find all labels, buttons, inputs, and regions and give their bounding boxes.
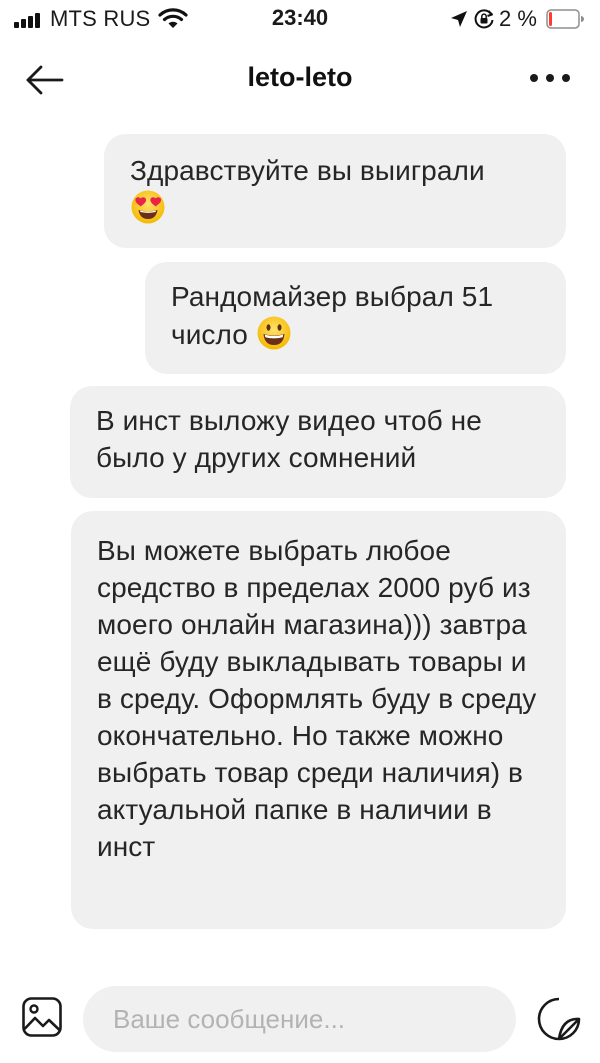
chat-screen: MTS RUS 23:40 2 % leto-leto Здравствуйте… [0,0,600,1063]
message-input[interactable] [83,986,516,1052]
chat-header: leto-leto [0,45,600,115]
sticker-icon[interactable] [536,996,582,1042]
message-text: Здравствуйте вы выиграли [130,155,485,186]
message-bubble[interactable]: Здравствуйте вы выиграли [104,134,566,248]
message-bubble[interactable]: Вы можете выбрать любое средство в преде… [71,511,566,929]
status-bar: MTS RUS 23:40 2 % [0,0,600,40]
more-options-icon[interactable] [527,71,575,85]
orientation-lock-icon [474,9,494,29]
grinning-face-emoji-icon [257,316,291,350]
battery-icon [546,9,584,29]
location-arrow-icon [451,11,467,27]
heart-eyes-emoji-icon [131,190,165,224]
battery-percent: 2 % [499,6,537,31]
message-bubble[interactable]: Рандомайзер выбрал 51 число [145,262,566,374]
message-composer [0,982,600,1063]
message-text: Рандомайзер выбрал 51 число [171,281,494,350]
image-gallery-icon[interactable] [21,996,63,1038]
message-bubble[interactable]: В инст выложу видео чтоб не было у други… [70,386,566,498]
message-text: Вы можете выбрать любое средство в преде… [97,535,537,862]
chat-title[interactable]: leto-leto [0,62,600,93]
message-text: В инст выложу видео чтоб не было у други… [96,405,482,473]
